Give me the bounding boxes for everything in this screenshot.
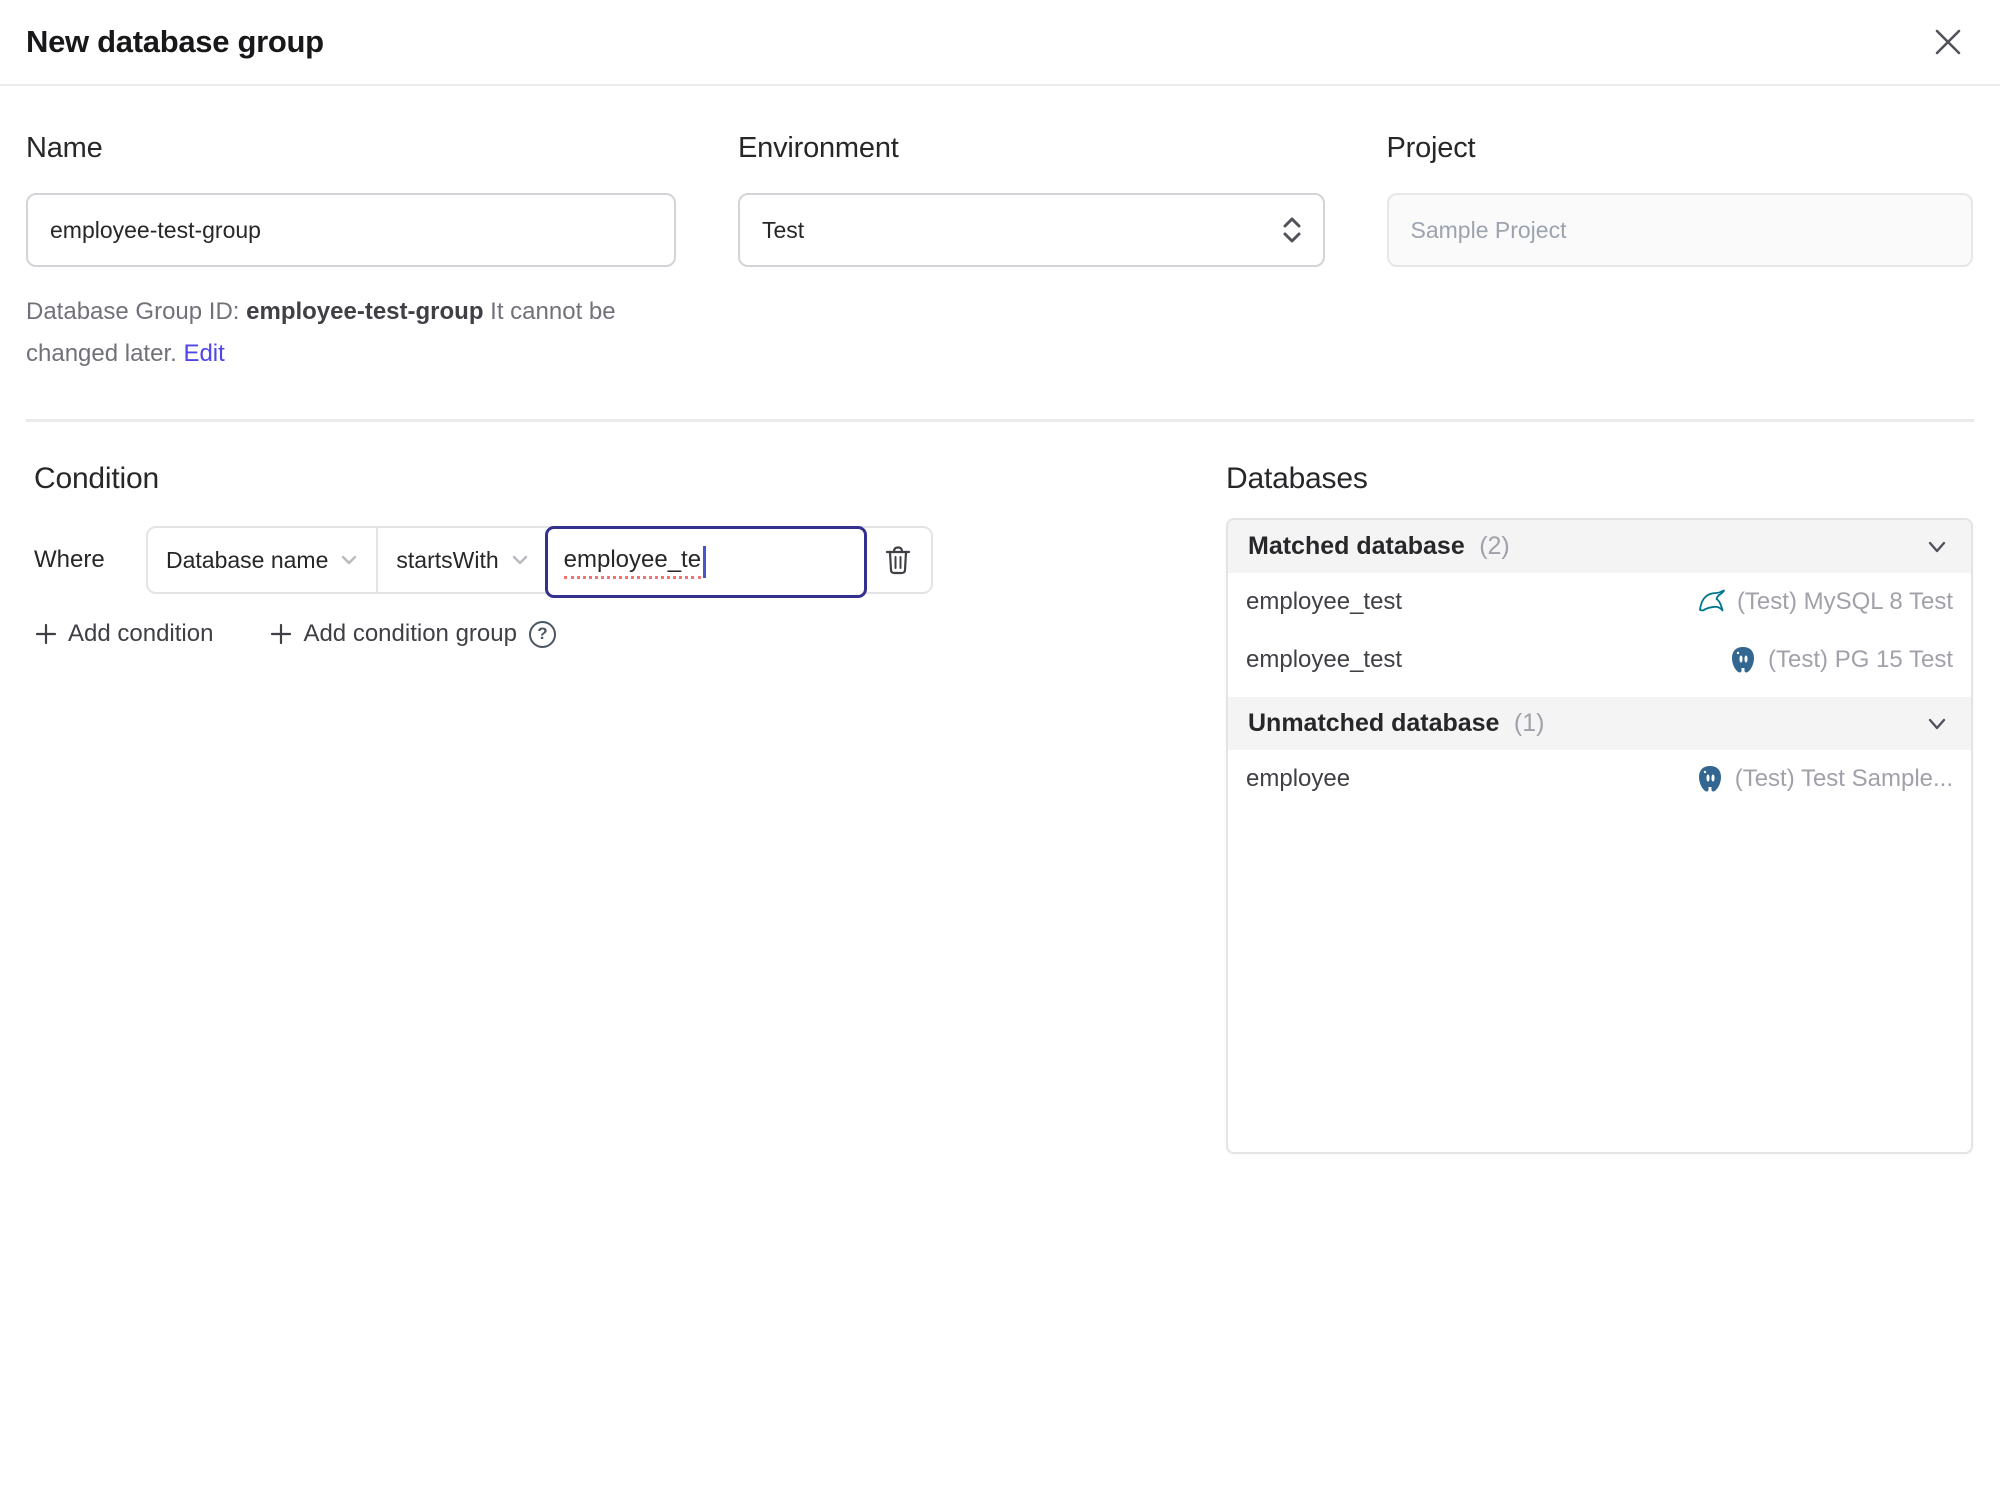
chevron-down-icon — [1928, 718, 1946, 729]
condition-field-select[interactable]: Database name — [148, 528, 376, 592]
close-icon[interactable] — [1926, 20, 1970, 64]
section-gap — [1228, 689, 1971, 697]
database-meta: (Test) Test Sample... — [1695, 764, 1953, 794]
plus-icon — [271, 623, 292, 645]
databases-section: Databases Matched database (2) employee_… — [1226, 462, 1973, 1154]
database-instance: (Test) PG 15 Test — [1768, 646, 1953, 673]
condition-value-input[interactable]: employee_te — [544, 526, 867, 598]
mysql-icon — [1699, 589, 1725, 612]
database-row[interactable]: employee (Test) Test Sample... — [1228, 750, 1971, 808]
delete-condition-button[interactable] — [865, 528, 931, 592]
postgres-icon — [1732, 647, 1755, 673]
condition-row: Where Database name startsWith employee_… — [34, 526, 1226, 598]
plus-icon — [35, 623, 57, 645]
databases-panel: Matched database (2) employee_test (Test… — [1226, 518, 1973, 1154]
matched-section-header[interactable]: Matched database (2) — [1228, 520, 1971, 573]
name-label: Name — [26, 132, 103, 164]
chevron-down-icon — [512, 555, 527, 565]
condition-field-value: Database name — [166, 546, 329, 573]
select-updown-icon — [1279, 214, 1305, 246]
condition-value-text: employee_te — [563, 546, 702, 579]
environment-selected-value: Test — [762, 216, 805, 243]
database-row[interactable]: employee_test (Test) MySQL 8 Test — [1228, 573, 1971, 631]
condition-group: Database name startsWith employee_te — [146, 526, 933, 598]
text-cursor — [703, 546, 707, 578]
databases-heading: Databases — [1226, 462, 1368, 495]
database-name: employee_test — [1246, 588, 1403, 615]
trash-icon — [885, 546, 910, 575]
project-value: Sample Project — [1410, 216, 1567, 243]
chevron-down-icon — [342, 555, 357, 565]
unmatched-section-header[interactable]: Unmatched database (1) — [1228, 697, 1971, 750]
environment-label: Environment — [738, 132, 899, 164]
add-condition-label: Add condition — [68, 620, 214, 647]
database-meta: (Test) MySQL 8 Test — [1697, 587, 1953, 617]
environment-select[interactable]: Test — [738, 193, 1325, 267]
group-id-value: employee-test-group — [246, 298, 484, 325]
matched-section-title: Matched database — [1248, 532, 1465, 560]
project-label: Project — [1386, 132, 1476, 164]
unmatched-section-title: Unmatched database — [1248, 709, 1500, 737]
condition-operator-select[interactable]: startsWith — [378, 528, 546, 592]
postgres-icon — [1698, 766, 1721, 792]
condition-section: Condition Where Database name startsWith… — [34, 462, 1226, 1154]
database-row[interactable]: employee_test (Test) PG 15 Test — [1228, 631, 1971, 689]
environment-field-group: Environment Test — [738, 132, 1325, 375]
chevron-down-icon — [1928, 541, 1946, 552]
condition-operator-value: startsWith — [396, 546, 499, 573]
where-label: Where — [34, 546, 105, 573]
database-instance: (Test) Test Sample... — [1734, 765, 1953, 792]
database-instance: (Test) MySQL 8 Test — [1736, 588, 1953, 615]
main-area: Condition Where Database name startsWith… — [0, 422, 2000, 1154]
add-condition-button[interactable]: Add condition — [34, 620, 213, 648]
name-field-group: Name Database Group ID: employee-test-gr… — [26, 132, 676, 375]
help-icon[interactable] — [528, 620, 556, 648]
condition-actions: Add condition Add condition group — [34, 620, 1226, 648]
database-meta: (Test) PG 15 Test — [1728, 645, 1953, 675]
name-input[interactable] — [26, 193, 676, 267]
dialog-header: New database group — [0, 0, 2000, 86]
project-input: Sample Project — [1386, 193, 1973, 267]
unmatched-section-count: (1) — [1513, 709, 1545, 737]
group-id-prefix: Database Group ID: — [26, 298, 247, 325]
condition-heading: Condition — [34, 462, 159, 495]
project-field-group: Project Sample Project — [1386, 132, 1973, 375]
edit-link[interactable]: Edit — [183, 340, 224, 367]
add-condition-group-button[interactable]: Add condition group — [269, 620, 556, 648]
page-title: New database group — [26, 24, 324, 59]
add-condition-group-label: Add condition group — [303, 620, 517, 647]
database-name: employee — [1246, 765, 1351, 792]
matched-section-count: (2) — [1479, 532, 1510, 560]
form-grid: Name Database Group ID: employee-test-gr… — [0, 86, 2000, 375]
group-id-note: Database Group ID: employee-test-group I… — [26, 291, 676, 375]
database-name: employee_test — [1246, 646, 1403, 673]
